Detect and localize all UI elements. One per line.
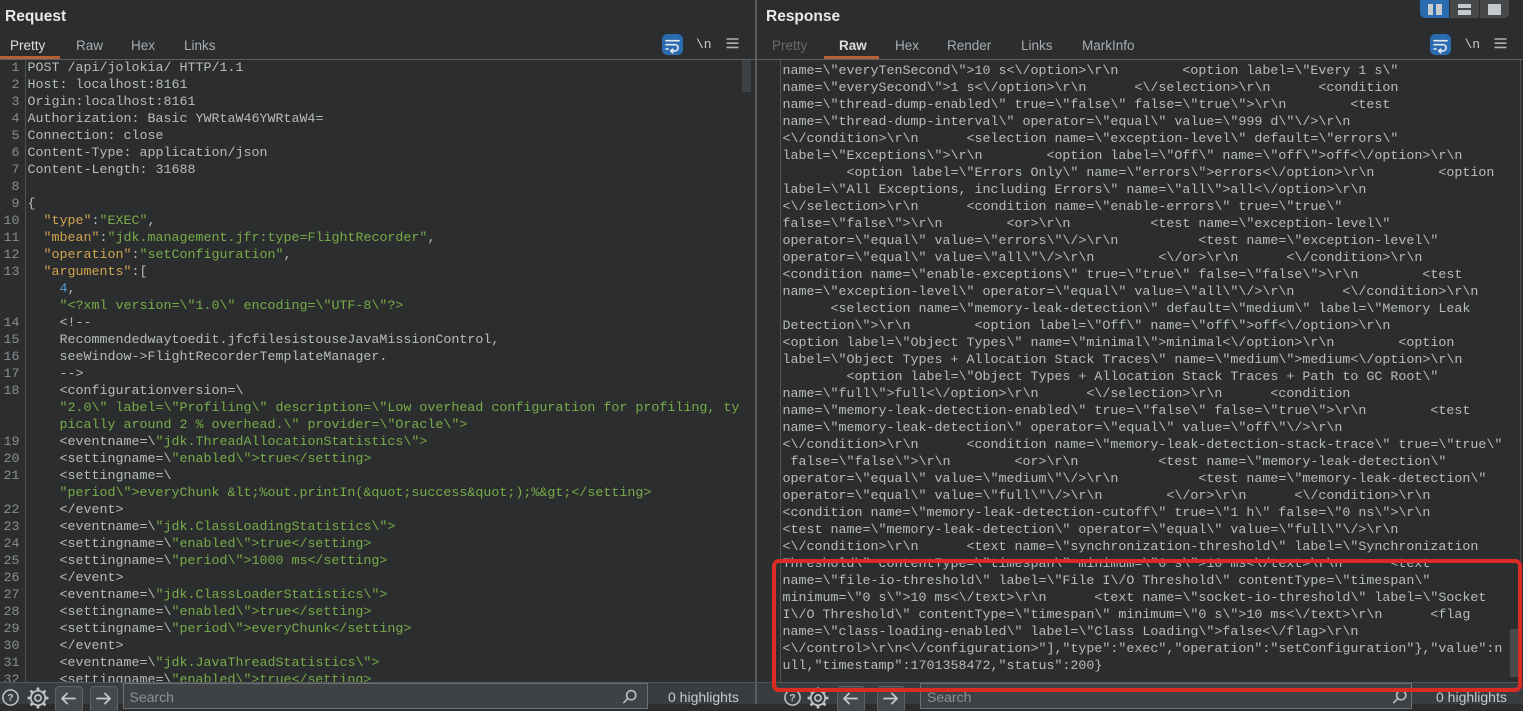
svg-text:?: ? — [7, 692, 13, 704]
svg-text:?: ? — [789, 692, 795, 704]
